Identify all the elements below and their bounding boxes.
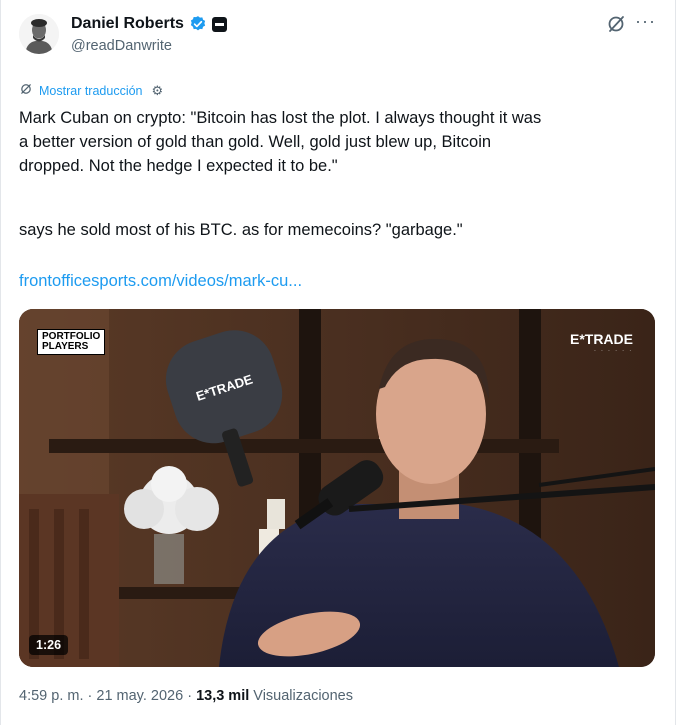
meta-separator: · bbox=[83, 688, 97, 704]
tweet-meta: 4:59 p. m. · 21 may. 2026 · 13,3 mil Vis… bbox=[19, 688, 353, 704]
tweet-text-paragraph: says he sold most of his BTC. as for mem… bbox=[19, 221, 463, 239]
author-name-row[interactable]: Daniel Roberts bbox=[71, 15, 227, 33]
tweet-card: Daniel Roberts @readDanwrite ··· Mostrar… bbox=[0, 0, 676, 725]
tweet-text-line: Mark Cuban on crypto: "Bitcoin has lost … bbox=[19, 109, 542, 127]
video-thumbnail: E*TRADE bbox=[19, 309, 655, 667]
tweet-text-line: dropped. Not the hedge I expected it to … bbox=[19, 157, 338, 175]
tweet-text: Mark Cuban on crypto: "Bitcoin has lost … bbox=[19, 106, 659, 178]
show-logo: PORTFOLIO PLAYERS bbox=[37, 329, 106, 355]
tweet-time[interactable]: 4:59 p. m. bbox=[19, 688, 83, 704]
sponsor-logo-text: E*TRADE bbox=[569, 331, 633, 347]
tweet-text-line: a better version of gold than gold. Well… bbox=[19, 133, 492, 151]
more-options-icon[interactable]: ··· bbox=[635, 11, 656, 32]
author-handle[interactable]: @readDanwrite bbox=[71, 38, 172, 54]
article-link[interactable]: frontofficesports.com/videos/mark-cu... bbox=[19, 269, 302, 293]
views-label: Visualizaciones bbox=[253, 688, 353, 704]
show-logo-line: PLAYERS bbox=[42, 341, 89, 352]
meta-separator: · bbox=[183, 688, 197, 704]
verified-badge-icon bbox=[189, 15, 207, 33]
tweet-date[interactable]: 21 may. 2026 bbox=[96, 688, 183, 704]
author-name[interactable]: Daniel Roberts bbox=[71, 15, 184, 33]
affiliate-badge-icon bbox=[211, 16, 227, 32]
sponsor-logo-subtext: · · · · · · bbox=[594, 348, 633, 354]
video-duration-badge: 1:26 bbox=[29, 635, 69, 655]
grok-icon[interactable] bbox=[606, 14, 626, 34]
views-count: 13,3 mil bbox=[196, 688, 250, 704]
video-player[interactable]: E*TRADE PORTFOLIO PLAYERS E*TRADE · · · … bbox=[19, 309, 655, 667]
gear-icon[interactable]: ⚙ bbox=[152, 83, 164, 99]
show-translation-link[interactable]: Mostrar traducción ⚙ bbox=[19, 82, 163, 99]
avatar[interactable] bbox=[19, 14, 59, 54]
show-translation-label[interactable]: Mostrar traducción bbox=[39, 84, 143, 98]
sponsor-logo: E*TRADE · · · · · · bbox=[570, 331, 633, 354]
translate-icon bbox=[19, 82, 33, 99]
